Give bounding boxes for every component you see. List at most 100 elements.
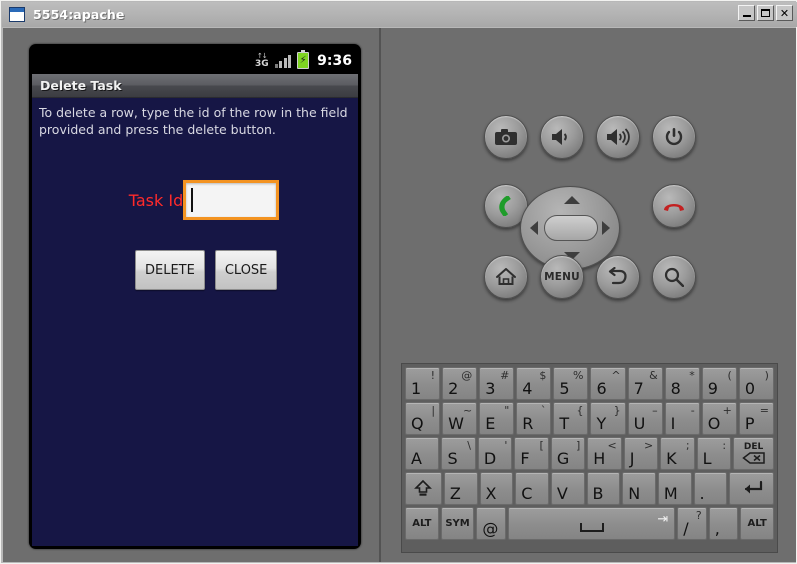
key-alt-label: –	[652, 404, 658, 417]
volume-down-button[interactable]	[540, 115, 584, 159]
key-e[interactable]: E "	[479, 402, 515, 435]
key-a[interactable]: A	[405, 437, 440, 470]
key-d[interactable]: D '	[477, 437, 513, 470]
key-alt-label: `	[540, 404, 547, 417]
key-alt-label: }	[613, 404, 621, 417]
key-label: 9	[707, 379, 718, 398]
key-l[interactable]: L:	[696, 437, 732, 470]
menu-button[interactable]: MENU	[540, 255, 584, 299]
key-shift[interactable]	[405, 472, 442, 505]
key-h[interactable]: H <	[587, 437, 622, 470]
key-at[interactable]: @	[476, 507, 506, 540]
key-r[interactable]: R `	[516, 402, 552, 435]
key-5[interactable]: 5%	[553, 367, 589, 400]
emulator-window: 5554:apache ✕ ↑↓ 3G ⚡ 9:36 Delete Task T…	[0, 0, 797, 564]
key-alt[interactable]: ALT	[405, 507, 439, 540]
key-0[interactable]: 0)	[738, 367, 774, 400]
key-p[interactable]: P =	[738, 402, 774, 435]
key-f[interactable]: F[	[514, 437, 549, 470]
key-delete[interactable]: DEL	[733, 437, 775, 470]
search-button[interactable]	[652, 255, 696, 299]
key-7[interactable]: 7 &	[627, 367, 663, 400]
key-sym[interactable]: SYM	[440, 507, 475, 540]
back-button[interactable]	[596, 255, 640, 299]
minimize-button[interactable]	[738, 5, 755, 21]
key-space[interactable]: ⇥	[507, 507, 676, 540]
end-call-button[interactable]	[652, 184, 696, 228]
key-2[interactable]: 2 @	[442, 367, 478, 400]
key-comma[interactable]: ,	[708, 507, 739, 540]
key-6[interactable]: 6 ^	[590, 367, 626, 400]
phone-screen[interactable]: ↑↓ 3G ⚡ 9:36 Delete Task To delete a row…	[32, 47, 358, 546]
key-label: 8	[670, 379, 681, 398]
key-enter[interactable]	[729, 472, 774, 505]
key-alt-label: #	[500, 369, 510, 382]
key-label: A	[411, 449, 422, 468]
key-c[interactable]: C	[515, 472, 549, 505]
key-period[interactable]: .	[693, 472, 728, 505]
key-m[interactable]: M	[657, 472, 692, 505]
key-alt-label: )	[764, 369, 769, 382]
dpad-center-button[interactable]	[544, 215, 598, 241]
app-title-text: Delete Task	[40, 78, 122, 93]
key-t[interactable]: T{	[553, 402, 589, 435]
key-j[interactable]: J >	[623, 437, 659, 470]
window-titlebar[interactable]: 5554:apache ✕	[2, 2, 797, 27]
app-content: To delete a row, type the id of the row …	[32, 98, 358, 290]
key-n[interactable]: N	[622, 472, 656, 505]
key-x[interactable]: X	[479, 472, 514, 505]
camera-button[interactable]	[484, 115, 528, 159]
key-g[interactable]: G]	[550, 437, 586, 470]
key-w[interactable]: W ~	[442, 402, 478, 435]
dpad-up-icon[interactable]	[564, 196, 580, 204]
space-icon	[579, 523, 604, 532]
key-z[interactable]: Z	[443, 472, 478, 505]
key-label: I	[670, 414, 676, 433]
volume-up-button[interactable]	[596, 115, 640, 159]
maximize-button[interactable]	[757, 5, 774, 21]
phone-screen-bezel: ↑↓ 3G ⚡ 9:36 Delete Task To delete a row…	[29, 44, 361, 549]
key-4[interactable]: 4 $	[516, 367, 552, 400]
key-o[interactable]: O +	[701, 402, 737, 435]
key-u[interactable]: U –	[627, 402, 663, 435]
dpad-right-icon[interactable]	[602, 221, 610, 235]
keyboard-row: 1! 2 @3 #4 $5% 6 ^ 7 & 8 * 9(0)	[405, 367, 774, 400]
emulator-body: ↑↓ 3G ⚡ 9:36 Delete Task To delete a row…	[3, 28, 796, 562]
key-k[interactable]: K;	[660, 437, 695, 470]
home-button[interactable]	[484, 255, 528, 299]
key-b[interactable]: B	[586, 472, 621, 505]
window-icon	[9, 7, 25, 22]
key-v[interactable]: V	[550, 472, 585, 505]
dpad-left-icon[interactable]	[530, 221, 538, 235]
key-label: 3	[485, 379, 496, 398]
window-controls: ✕	[738, 5, 793, 21]
panel-divider	[379, 28, 381, 562]
key-label: H	[593, 449, 606, 468]
key-8[interactable]: 8 *	[664, 367, 700, 400]
key-q[interactable]: Q |	[405, 402, 441, 435]
key-i[interactable]: I-	[664, 402, 700, 435]
task-id-input[interactable]	[183, 180, 280, 220]
delete-button[interactable]: DELETE	[135, 250, 205, 290]
key-s[interactable]: S \	[441, 437, 476, 470]
close-dialog-button[interactable]: CLOSE	[214, 250, 278, 290]
key-alt-label: !	[430, 369, 436, 382]
key-label: Z	[449, 484, 461, 503]
close-button[interactable]: ✕	[776, 5, 793, 21]
power-icon	[665, 127, 683, 145]
key-label: O	[707, 414, 721, 433]
window-title: 5554:apache	[33, 7, 125, 22]
key-y[interactable]: Y}	[590, 402, 626, 435]
key-label: 0	[744, 379, 756, 398]
key-label: 5	[559, 379, 570, 398]
key-9[interactable]: 9(	[701, 367, 737, 400]
key-alt-label: |	[431, 404, 436, 417]
power-button[interactable]	[652, 115, 696, 159]
key-slash[interactable]: /?	[677, 507, 707, 540]
key-label: /	[683, 519, 689, 538]
key-label: S	[447, 449, 458, 468]
key-alt[interactable]: ALT	[740, 507, 774, 540]
key-alt-label: &	[649, 369, 658, 382]
key-3[interactable]: 3 #	[479, 367, 515, 400]
key-1[interactable]: 1!	[405, 367, 441, 400]
